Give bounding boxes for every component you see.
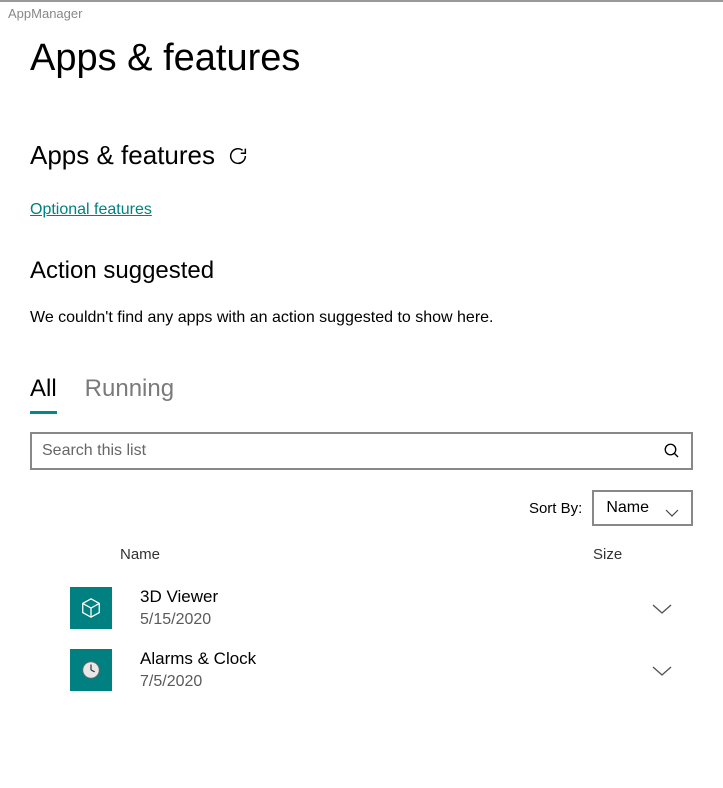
app-info: Alarms & Clock 7/5/2020 xyxy=(140,649,651,691)
chevron-down-icon xyxy=(651,664,673,676)
tabs: All Running xyxy=(30,375,693,414)
sort-select[interactable]: Name xyxy=(592,490,693,526)
list-item[interactable]: Alarms & Clock 7/5/2020 xyxy=(50,639,693,701)
tab-running[interactable]: Running xyxy=(85,375,174,414)
column-header-name: Name xyxy=(120,546,593,563)
tab-all[interactable]: All xyxy=(30,375,57,414)
column-header-size: Size xyxy=(593,546,673,563)
app-date: 5/15/2020 xyxy=(140,611,651,629)
search-box[interactable] xyxy=(30,432,693,470)
app-date: 7/5/2020 xyxy=(140,673,651,691)
sort-by-label: Sort By: xyxy=(529,500,582,517)
list-item[interactable]: 3D Viewer 5/15/2020 xyxy=(50,577,693,639)
window-title: AppManager xyxy=(0,2,723,25)
cube-icon xyxy=(70,587,112,629)
app-name: 3D Viewer xyxy=(140,587,651,607)
section-heading: Apps & features xyxy=(30,140,693,171)
optional-features-link[interactable]: Optional features xyxy=(30,201,152,219)
sort-row: Sort By: Name xyxy=(30,490,693,526)
app-info: 3D Viewer 5/15/2020 xyxy=(140,587,651,629)
page-title: Apps & features xyxy=(30,37,693,80)
list-headers: Name Size xyxy=(30,546,693,577)
chevron-down-icon xyxy=(651,602,673,614)
app-list: 3D Viewer 5/15/2020 Alarms & Clock xyxy=(30,577,693,701)
sort-selected-value: Name xyxy=(606,499,649,517)
refresh-icon[interactable] xyxy=(227,145,249,167)
clock-icon xyxy=(70,649,112,691)
app-name: Alarms & Clock xyxy=(140,649,651,669)
search-input[interactable] xyxy=(42,442,663,460)
search-icon[interactable] xyxy=(663,442,681,460)
action-suggested-heading: Action suggested xyxy=(30,257,693,285)
section-heading-text: Apps & features xyxy=(30,140,215,171)
chevron-down-icon xyxy=(665,504,679,512)
action-suggested-message: We couldn't find any apps with an action… xyxy=(30,309,693,327)
